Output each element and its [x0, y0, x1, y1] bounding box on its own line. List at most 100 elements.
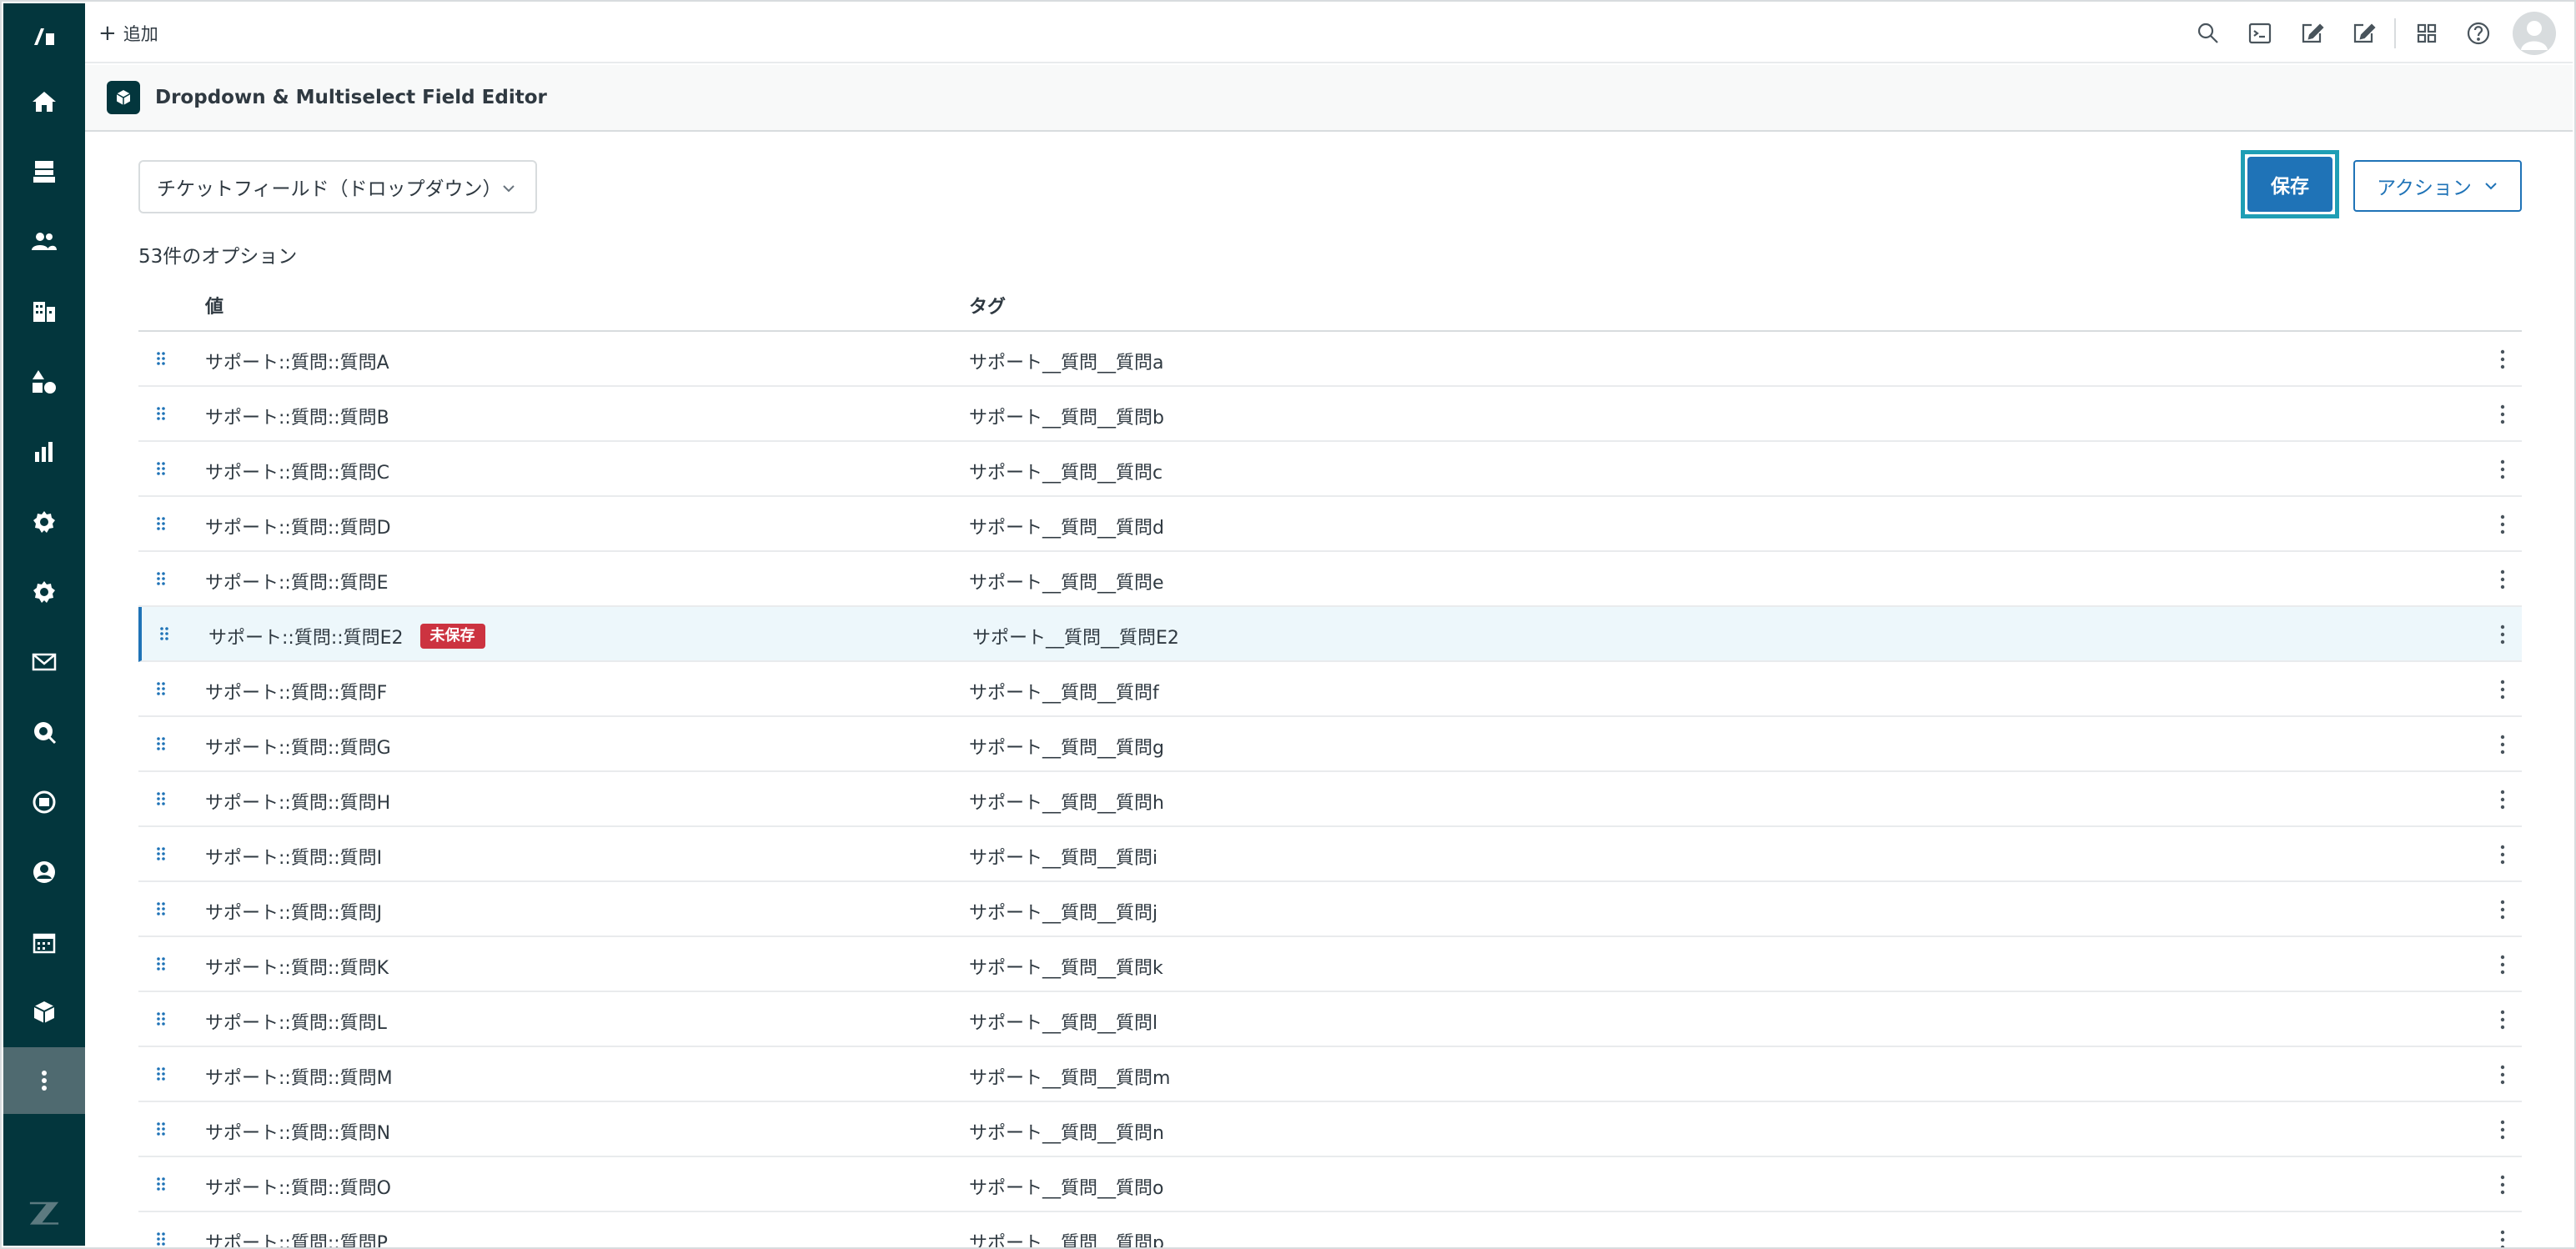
drag-handle-icon[interactable] [155, 787, 167, 810]
cell-value: サポート::質問::質問H [205, 788, 390, 815]
more-options-icon[interactable] [2498, 787, 2507, 812]
grid-icon[interactable] [2401, 3, 2453, 63]
edit-icon[interactable] [2337, 3, 2389, 63]
explore-icon[interactable] [3, 699, 85, 765]
add-button[interactable]: + 追加 [98, 18, 158, 48]
drag-handle-icon[interactable] [155, 1172, 167, 1196]
more-options-icon[interactable] [2498, 1062, 2507, 1087]
table-row[interactable]: サポート::質問::質問L サポート__質問__質問l [138, 992, 2522, 1047]
drag-handle-icon[interactable] [155, 952, 167, 976]
drag-handle-icon[interactable] [155, 1007, 167, 1031]
cell-value-text: サポート::質問::質問C [205, 463, 390, 484]
zendesk-logo-icon[interactable] [3, 3, 85, 70]
more-options-icon[interactable] [2498, 842, 2507, 867]
drag-handle-icon[interactable] [155, 567, 167, 590]
drag-handle-icon[interactable] [155, 347, 167, 370]
table-row[interactable]: サポート::質問::質問D サポート__質問__質問d [138, 497, 2522, 552]
chevron-down-icon [2485, 183, 2497, 190]
more-options-icon[interactable] [2498, 1117, 2507, 1142]
drag-handle-icon[interactable] [155, 1227, 167, 1249]
table-row[interactable]: サポート::質問::質問A サポート__質問__質問a [138, 332, 2522, 387]
more-options-icon[interactable] [2498, 512, 2507, 537]
drag-handle-icon[interactable] [155, 842, 167, 865]
sidebar [3, 3, 85, 1246]
cell-value-text: サポート::質問::質問E2 [208, 628, 404, 649]
drag-handle-icon[interactable] [155, 677, 167, 700]
table-row[interactable]: サポート::質問::質問J サポート__質問__質問j [138, 882, 2522, 937]
cell-value: サポート::質問::質問A [205, 348, 389, 374]
more-options-icon[interactable] [2498, 952, 2507, 977]
reporting-icon[interactable] [3, 419, 85, 485]
more-icon[interactable] [3, 1047, 85, 1114]
cell-value-text: サポート::質問::質問A [205, 353, 389, 374]
help-icon[interactable] [2453, 3, 2504, 63]
more-options-icon[interactable] [2498, 677, 2507, 702]
objects-icon[interactable] [3, 349, 85, 415]
table-row[interactable]: サポート::質問::質問H サポート__質問__質問h [138, 772, 2522, 827]
drag-handle-icon[interactable] [155, 512, 167, 535]
table-row[interactable]: サポート::質問::質問O サポート__質問__質問o [138, 1157, 2522, 1212]
search-icon[interactable] [2182, 3, 2234, 63]
console-icon[interactable] [2234, 3, 2286, 63]
drag-handle-icon[interactable] [158, 622, 170, 645]
settings-icon[interactable] [3, 559, 85, 625]
mail-icon[interactable] [3, 629, 85, 695]
customers-icon[interactable] [3, 208, 85, 275]
table-row[interactable]: サポート::質問::質問M サポート__質問__質問m [138, 1047, 2522, 1102]
table-row[interactable]: サポート::質問::質問P サポート__質問__質問p [138, 1212, 2522, 1249]
cell-value: サポート::質問::質問M [205, 1063, 393, 1090]
table-row[interactable]: サポート::質問::質問G サポート__質問__質問g [138, 717, 2522, 772]
table-header: 値 タグ [138, 282, 2522, 332]
calendar-icon[interactable] [3, 909, 85, 976]
views-icon[interactable] [3, 138, 85, 205]
agent-icon[interactable] [3, 839, 85, 905]
apps-icon[interactable] [3, 979, 85, 1046]
more-options-icon[interactable] [2498, 347, 2507, 372]
more-options-icon[interactable] [2498, 1227, 2507, 1249]
drag-handle-icon[interactable] [155, 732, 167, 755]
drag-handle-icon[interactable] [155, 1117, 167, 1141]
table-row[interactable]: サポート::質問::質問B サポート__質問__質問b [138, 387, 2522, 442]
table-row[interactable]: サポート::質問::質問C サポート__質問__質問c [138, 442, 2522, 497]
cell-tag: サポート__質問__質問c [969, 463, 1163, 484]
zendesk-z-icon[interactable] [3, 1179, 85, 1246]
home-icon[interactable] [3, 68, 85, 135]
table-row[interactable]: サポート::質問::質問F サポート__質問__質問f [138, 662, 2522, 717]
field-select-dropdown[interactable]: チケットフィールド（ドロップダウン） [138, 160, 537, 213]
more-options-icon[interactable] [2498, 567, 2507, 592]
drag-handle-icon[interactable] [155, 402, 167, 425]
guide-icon[interactable] [3, 769, 85, 835]
more-options-icon[interactable] [2498, 402, 2507, 427]
table-row[interactable]: サポート::質問::質問K サポート__質問__質問k [138, 937, 2522, 992]
drag-handle-icon[interactable] [155, 897, 167, 920]
column-header-tag: タグ [969, 297, 1007, 318]
cell-value: サポート::質問::質問P [205, 1228, 388, 1249]
table-row[interactable]: サポート::質問::質問N サポート__質問__質問n [138, 1102, 2522, 1157]
save-button[interactable]: 保存 [2247, 157, 2332, 212]
avatar-icon[interactable] [2513, 12, 2556, 55]
cell-value: サポート::質問::質問F [205, 678, 387, 705]
more-options-icon[interactable] [2498, 897, 2507, 922]
table-row[interactable]: サポート::質問::質問E サポート__質問__質問e [138, 552, 2522, 607]
cell-tag: サポート__質問__質問f [969, 683, 1159, 704]
compose-icon[interactable] [2286, 3, 2337, 63]
more-options-icon[interactable] [2498, 1172, 2507, 1197]
more-options-icon[interactable] [2498, 457, 2507, 482]
action-button[interactable]: アクション [2353, 160, 2522, 212]
cell-tag: サポート__質問__質問p [969, 1233, 1164, 1249]
more-options-icon[interactable] [2498, 732, 2507, 757]
more-options-icon[interactable] [2498, 622, 2507, 647]
table-row[interactable]: サポート::質問::質問I サポート__質問__質問i [138, 827, 2522, 882]
cell-tag: サポート__質問__質問d [969, 518, 1164, 539]
cell-tag: サポート__質問__質問b [969, 408, 1164, 429]
drag-handle-icon[interactable] [155, 457, 167, 480]
admin-icon[interactable] [3, 489, 85, 555]
options-table: 値 タグ サポート::質問::質問A サポート__質問__質問a サポート::質問:… [138, 282, 2522, 1249]
drag-handle-icon[interactable] [155, 1062, 167, 1086]
table-row[interactable]: サポート::質問::質問E2 未保存 サポート__質問__質問E2 [138, 607, 2522, 662]
top-bar-separator [2394, 18, 2396, 48]
more-options-icon[interactable] [2498, 1007, 2507, 1032]
cell-value: サポート::質問::質問I [205, 843, 382, 870]
column-header-value: 値 [205, 297, 224, 318]
organizations-icon[interactable] [3, 278, 85, 345]
